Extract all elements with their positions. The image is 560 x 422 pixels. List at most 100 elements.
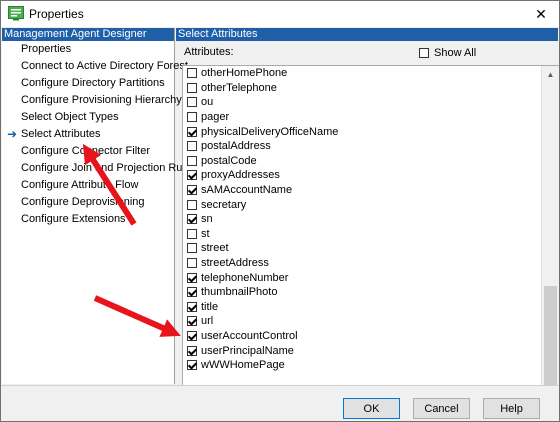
attributes-scrollbar[interactable]: ▲ ▼ (541, 66, 559, 406)
attribute-checkbox[interactable] (187, 199, 197, 210)
attribute-row[interactable]: postalCode (183, 154, 542, 169)
scroll-thumb[interactable] (544, 286, 557, 386)
attributes-label: Attributes: (184, 46, 234, 58)
attribute-row[interactable]: otherHomePhone (183, 66, 542, 81)
attribute-row[interactable]: url (183, 314, 542, 329)
attribute-row[interactable]: sn (183, 212, 542, 227)
attribute-name: thumbnailPhoto (201, 286, 278, 299)
attribute-checkbox[interactable] (187, 112, 197, 123)
ok-button[interactable]: OK (343, 398, 400, 419)
attribute-checkbox[interactable] (187, 316, 197, 327)
title-bar: Properties ✕ (1, 1, 559, 27)
attribute-row[interactable]: telephoneNumber (183, 270, 542, 285)
nav-item[interactable]: Select Object Types (2, 109, 174, 126)
attribute-checkbox[interactable] (187, 68, 197, 79)
nav-item-label: Select Object Types (21, 111, 119, 123)
attribute-name: title (201, 300, 219, 313)
attribute-row[interactable]: postalAddress (183, 139, 542, 154)
nav-item[interactable]: Configure Connector Filter (2, 143, 174, 160)
properties-window: Properties ✕ Management Agent Designer P… (0, 0, 560, 422)
attribute-row[interactable]: userPrincipalName (183, 343, 542, 358)
attribute-checkbox[interactable] (187, 243, 197, 254)
attribute-row[interactable]: userAccountControl (183, 329, 542, 344)
attribute-name: otherTelephone (201, 81, 277, 94)
attribute-name: secretary (201, 198, 247, 211)
nav-item[interactable]: Connect to Active Directory Forest (2, 58, 188, 75)
attribute-checkbox[interactable] (187, 82, 197, 93)
nav-item-label: Select Attributes (21, 128, 101, 140)
designer-nav-list: Properties Connect to Active Directory Fo… (2, 41, 197, 228)
attribute-checkbox[interactable] (187, 301, 197, 312)
attribute-name: pager (201, 111, 230, 124)
nav-item-label: Configure Deprovisioning (21, 196, 145, 208)
attribute-checkbox[interactable] (187, 141, 197, 152)
nav-item[interactable]: Configure Attribute Flow (2, 177, 174, 194)
attribute-name: sn (201, 213, 213, 226)
attribute-checkbox[interactable] (187, 185, 197, 196)
attribute-row[interactable]: wWWHomePage (183, 358, 542, 373)
attribute-row[interactable]: physicalDeliveryOfficeName (183, 124, 542, 139)
attribute-checkbox[interactable] (187, 272, 197, 283)
attribute-checkbox[interactable] (187, 345, 197, 356)
attribute-row[interactable]: thumbnailPhoto (183, 285, 542, 300)
nav-item-label: Configure Directory Partitions (21, 77, 165, 89)
attribute-row[interactable]: streetAddress (183, 256, 542, 271)
attribute-row[interactable]: pager (183, 110, 542, 125)
attribute-checkbox[interactable] (187, 228, 197, 239)
nav-item-label: Connect to Active Directory Forest (21, 60, 188, 72)
select-attributes-pane: Select Attributes Attributes: Show All o… (176, 28, 559, 407)
attribute-checkbox[interactable] (187, 126, 197, 137)
attribute-name: postalCode (201, 154, 257, 167)
attribute-checkbox[interactable] (187, 170, 197, 181)
nav-item-label: Configure Connector Filter (21, 145, 151, 157)
attributes-rows: otherHomePhone otherTelephone ou pager physi… (183, 66, 542, 372)
properties-app-icon (8, 6, 24, 21)
nav-item[interactable]: Configure Extensions (2, 211, 174, 228)
nav-item-label: Configure Attribute Flow (21, 179, 139, 191)
attribute-name: telephoneNumber (201, 271, 289, 284)
attribute-name: url (201, 315, 214, 328)
nav-item-label: Configure Provisioning Hierarchy (21, 94, 182, 106)
nav-item[interactable]: Configure Join and Projection Rules (2, 160, 197, 177)
close-icon[interactable]: ✕ (531, 4, 551, 24)
attribute-name: streetAddress (201, 257, 269, 270)
nav-item[interactable]: Properties (2, 41, 174, 58)
attribute-checkbox[interactable] (187, 97, 197, 108)
attribute-checkbox[interactable] (187, 360, 197, 371)
attribute-name: postalAddress (201, 140, 271, 153)
attribute-name: otherHomePhone (201, 67, 288, 80)
attribute-checkbox[interactable] (187, 330, 197, 341)
attribute-name: ou (201, 96, 214, 109)
attribute-name: userPrincipalName (201, 344, 294, 357)
attribute-checkbox[interactable] (187, 287, 197, 298)
attribute-name: proxyAddresses (201, 169, 280, 182)
attributes-listbox[interactable]: otherHomePhone otherTelephone ou pager physi… (182, 65, 559, 407)
show-all-checkbox[interactable]: Show All (419, 47, 476, 59)
attribute-checkbox[interactable] (187, 155, 197, 166)
attribute-row[interactable]: street (183, 241, 542, 256)
attribute-name: sAMAccountName (201, 184, 293, 197)
attribute-row[interactable]: proxyAddresses (183, 168, 542, 183)
attribute-row[interactable]: ou (183, 95, 542, 110)
attribute-name: wWWHomePage (201, 359, 285, 372)
attribute-row[interactable]: st (183, 227, 542, 242)
show-all-box[interactable] (419, 48, 429, 58)
attribute-row[interactable]: title (183, 300, 542, 315)
nav-item[interactable]: Configure Deprovisioning (2, 194, 174, 211)
attribute-checkbox[interactable] (187, 258, 197, 269)
attribute-checkbox[interactable] (187, 214, 197, 225)
help-button[interactable]: Help (483, 398, 540, 419)
nav-item[interactable]: Configure Directory Partitions (2, 75, 174, 92)
attribute-row[interactable]: otherTelephone (183, 81, 542, 96)
designer-nav-header: Management Agent Designer (2, 28, 174, 41)
attribute-row[interactable]: secretary (183, 197, 542, 212)
scroll-up-icon[interactable]: ▲ (542, 66, 559, 83)
attribute-name: physicalDeliveryOfficeName (201, 125, 339, 138)
select-attributes-header: Select Attributes (176, 28, 558, 41)
dialog-button-bar: OK Cancel Help (1, 385, 559, 421)
nav-item-label: Properties (21, 43, 72, 55)
nav-item[interactable]: Configure Provisioning Hierarchy (2, 92, 182, 109)
attribute-row[interactable]: sAMAccountName (183, 183, 542, 198)
nav-item[interactable]: ➜ Select Attributes (2, 126, 174, 143)
cancel-button[interactable]: Cancel (413, 398, 470, 419)
